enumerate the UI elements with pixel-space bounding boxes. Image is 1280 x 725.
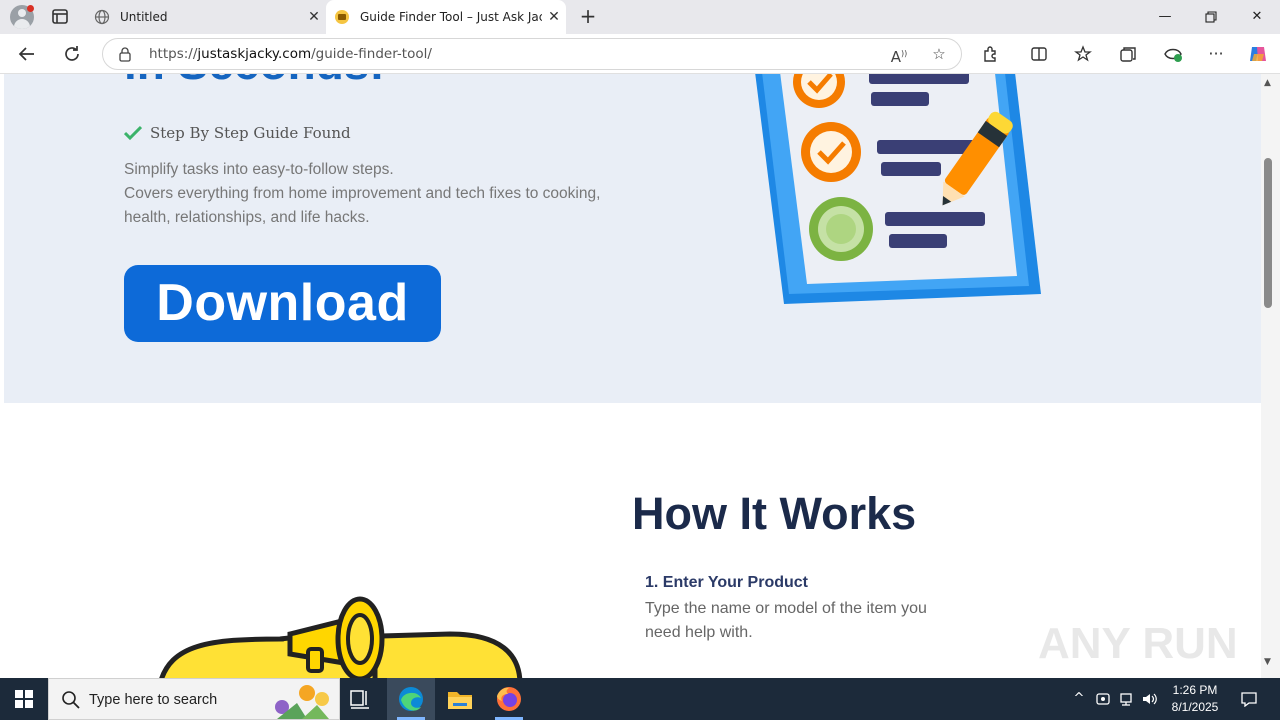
- scrollbar-thumb[interactable]: [1264, 158, 1272, 308]
- windows-start-icon[interactable]: [0, 678, 48, 720]
- checklist-clipboard-illustration: [755, 74, 1041, 304]
- close-window-icon[interactable]: ✕: [1234, 0, 1280, 34]
- file-explorer-icon[interactable]: [436, 678, 484, 720]
- download-button[interactable]: Download: [124, 265, 441, 342]
- show-hidden-icons-icon[interactable]: ^: [1068, 678, 1090, 720]
- globe-icon: [94, 9, 110, 25]
- address-bar[interactable]: https://justaskjacky.com/guide-finder-to…: [102, 38, 962, 70]
- browser-toolbar: https://justaskjacky.com/guide-finder-to…: [0, 34, 1280, 74]
- split-screen-icon[interactable]: [1025, 40, 1053, 68]
- new-tab-button[interactable]: +: [576, 5, 600, 29]
- task-view-icon[interactable]: [336, 678, 384, 720]
- volume-icon[interactable]: [1139, 678, 1161, 720]
- lock-icon[interactable]: [117, 46, 133, 62]
- step-description: Type the name or model of the item you n…: [645, 600, 927, 641]
- check-row: Step By Step Guide Found: [124, 124, 351, 142]
- back-arrow-icon[interactable]: [13, 40, 41, 68]
- firefox-icon[interactable]: [485, 678, 533, 720]
- tab-guide-finder[interactable]: Guide Finder Tool – Just Ask Jacky ✕: [326, 0, 566, 34]
- taskbar-clock[interactable]: 1:26 PM 8/1/2025: [1164, 682, 1226, 716]
- tab-actions-icon[interactable]: [48, 6, 72, 28]
- more-menu-icon[interactable]: ···: [1202, 40, 1230, 68]
- minimize-icon[interactable]: —: [1142, 0, 1188, 34]
- url-text[interactable]: https://justaskjacky.com/guide-finder-to…: [149, 39, 432, 69]
- browser-essentials-icon[interactable]: [1159, 40, 1187, 68]
- tab-bar: Untitled ✕ Guide Finder Tool – Just Ask …: [0, 0, 1280, 34]
- restore-icon[interactable]: [1188, 0, 1234, 34]
- close-tab-icon[interactable]: ✕: [302, 9, 326, 25]
- windows-taskbar: Type here to search ^ 1:26 PM 8/1/2025: [0, 678, 1280, 720]
- refresh-icon[interactable]: [58, 40, 86, 68]
- notifications-icon[interactable]: [1234, 678, 1264, 720]
- hero-heading: in Seconds!: [124, 74, 385, 90]
- flowers-search-highlight-icon: [275, 685, 329, 719]
- description-line: Covers everything from home improvement …: [124, 185, 601, 202]
- copilot-icon[interactable]: [1244, 40, 1272, 68]
- scroll-up-icon[interactable]: ▲: [1264, 78, 1271, 88]
- tab-untitled[interactable]: Untitled ✕: [88, 0, 326, 34]
- anyrun-watermark: ANY RUN: [1038, 619, 1236, 668]
- network-icon[interactable]: [1116, 678, 1136, 720]
- check-label: Step By Step Guide Found: [150, 124, 351, 142]
- clock-time: 1:26 PM: [1172, 683, 1218, 697]
- extensions-icon[interactable]: [977, 40, 1005, 68]
- search-icon: [61, 690, 81, 710]
- collections-icon[interactable]: [1114, 40, 1142, 68]
- megaphone-illustration: [159, 596, 523, 678]
- checkmark-icon: [124, 125, 142, 141]
- hero-section: in Seconds! Step By Step Guide Found Sim…: [4, 74, 1261, 403]
- search-placeholder: Type here to search: [89, 692, 218, 708]
- description-line: Simplify tasks into easy-to-follow steps…: [124, 161, 394, 178]
- tab-title: Untitled: [120, 10, 168, 24]
- scroll-down-icon[interactable]: ▼: [1264, 657, 1271, 667]
- favorites-icon[interactable]: [1069, 40, 1097, 68]
- watermark-text: ANY RUN: [1038, 619, 1236, 668]
- favorite-star-icon[interactable]: ☆: [927, 43, 951, 67]
- tab-title: Guide Finder Tool – Just Ask Jacky: [360, 10, 542, 24]
- close-tab-icon[interactable]: ✕: [542, 9, 566, 25]
- meet-now-icon[interactable]: [1093, 678, 1113, 720]
- page-viewport: in Seconds! Step By Step Guide Found Sim…: [0, 74, 1280, 678]
- how-it-works-title: How It Works: [632, 488, 917, 539]
- site-favicon-icon: [334, 9, 350, 25]
- edge-taskbar-icon[interactable]: [387, 678, 435, 720]
- description-line: health, relationships, and life hacks.: [124, 209, 370, 226]
- hero-description: Simplify tasks into easy-to-follow steps…: [124, 158, 644, 230]
- step-title: 1. Enter Your Product: [645, 574, 808, 591]
- clock-date: 8/1/2025: [1171, 700, 1219, 714]
- read-aloud-icon[interactable]: A)): [887, 43, 911, 67]
- notification-dot: [27, 5, 34, 12]
- taskbar-search-box[interactable]: Type here to search: [48, 678, 340, 720]
